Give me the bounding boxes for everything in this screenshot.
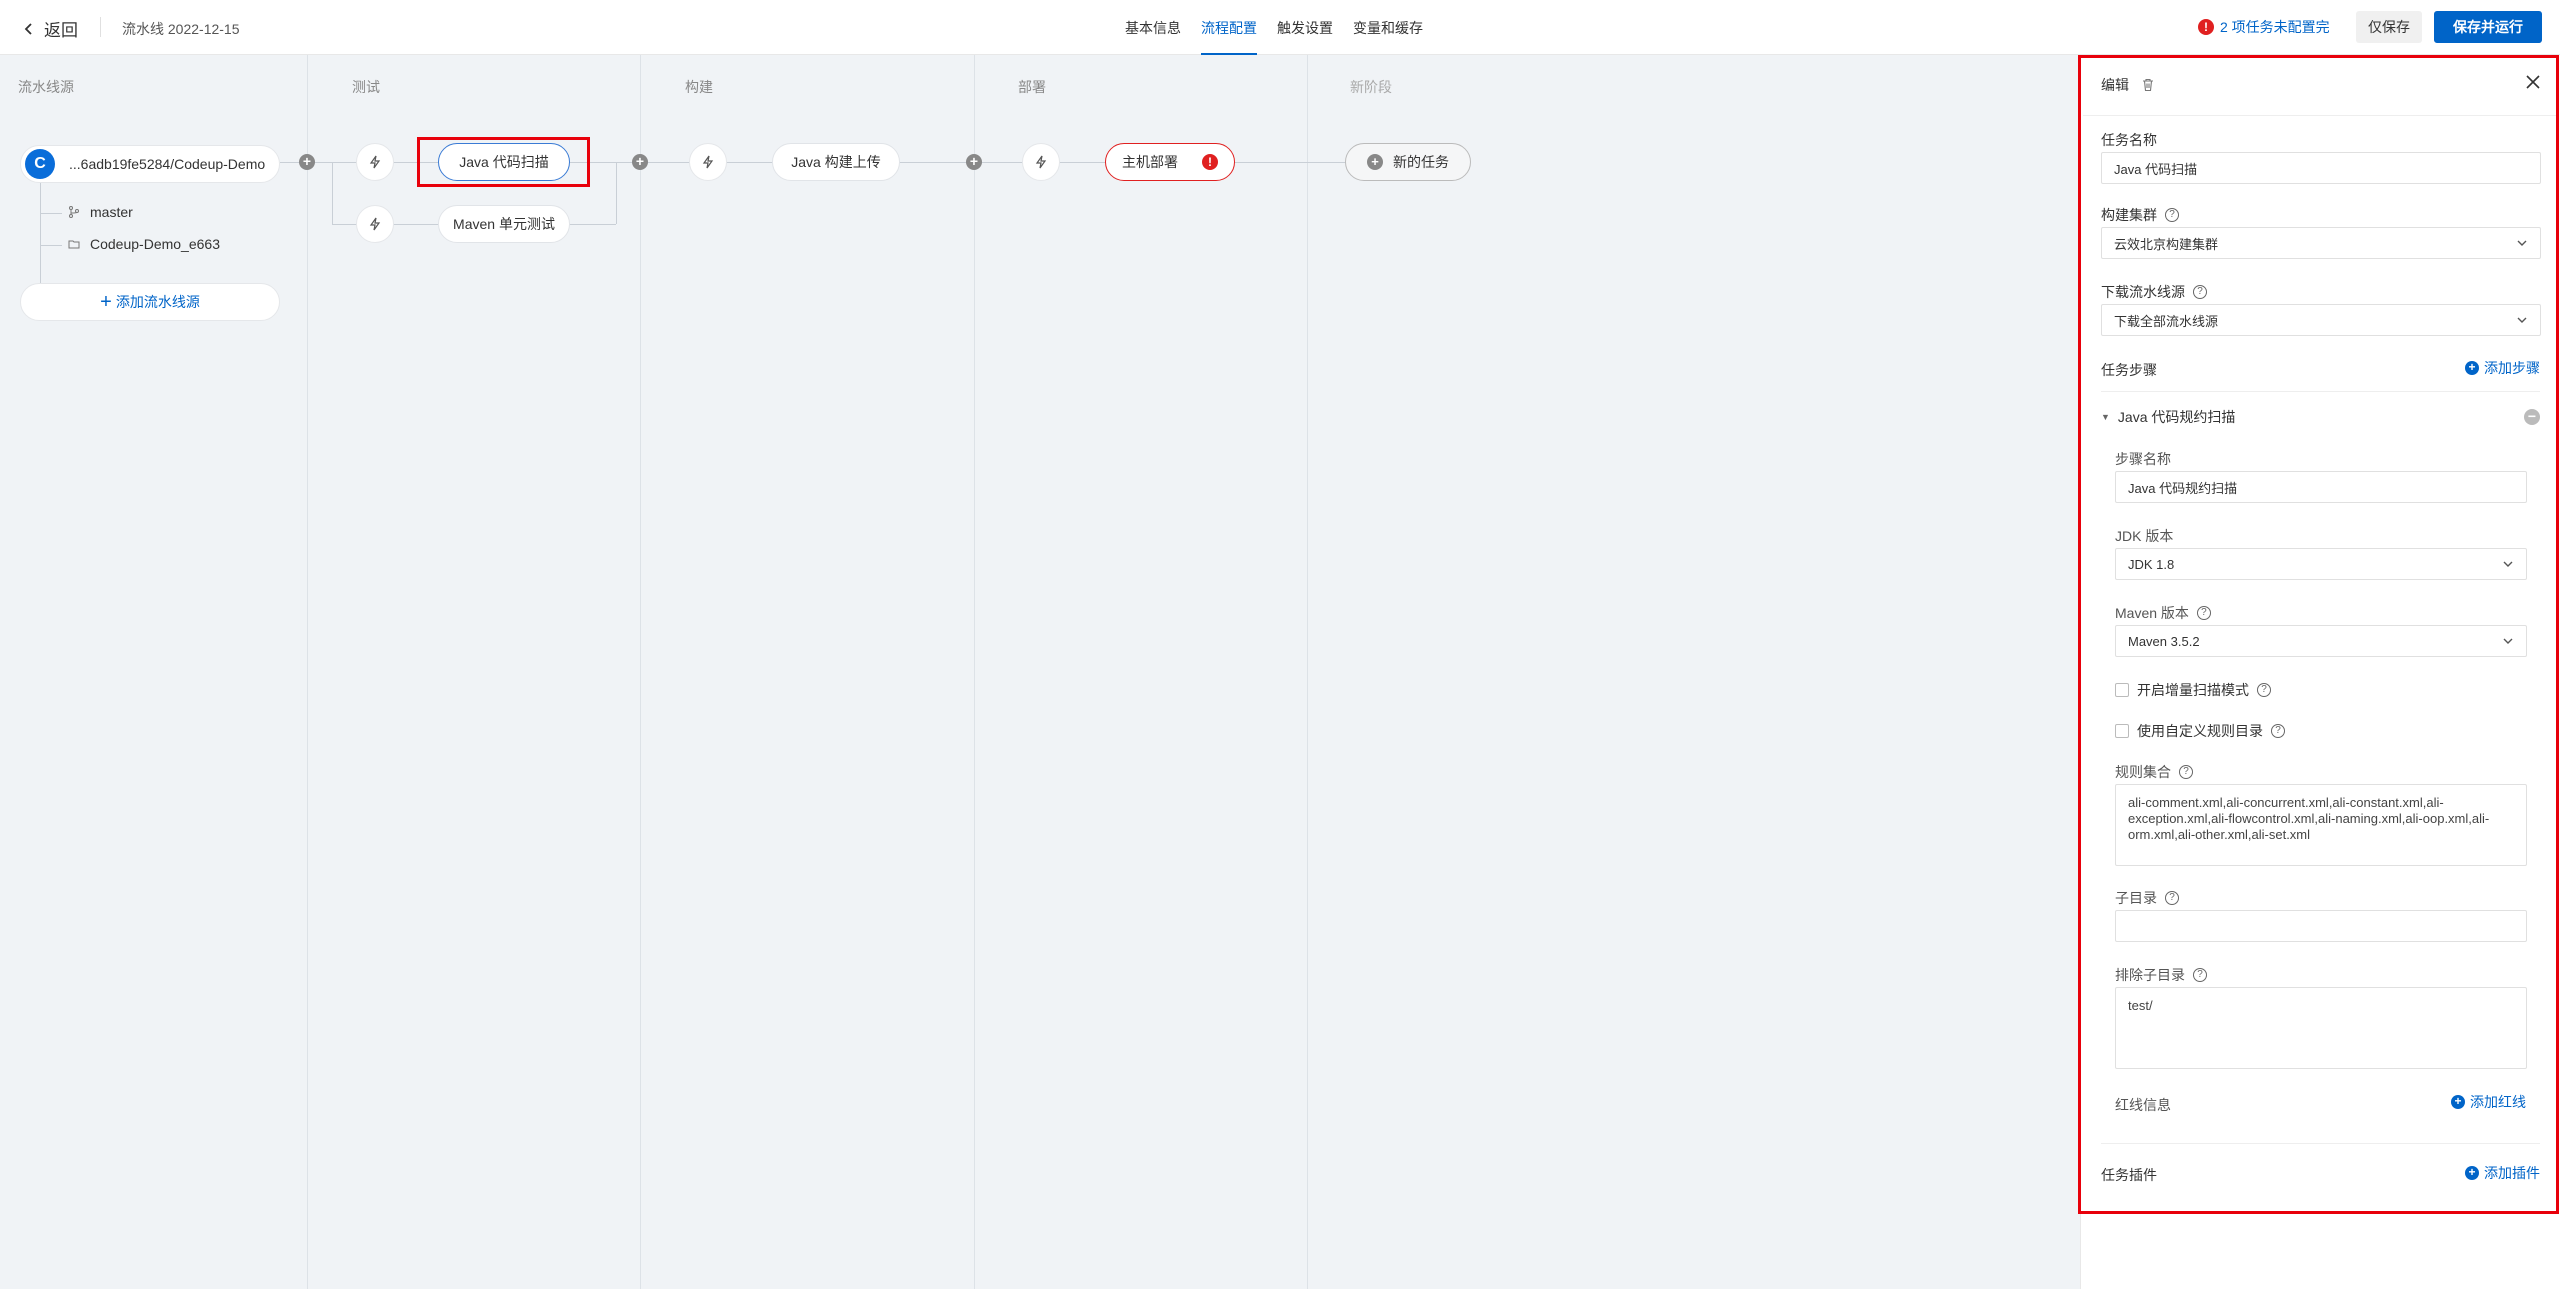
codeup-logo-icon: C bbox=[25, 149, 55, 179]
add-source-label: 添加流水线源 bbox=[115, 294, 200, 310]
lightning-icon bbox=[702, 155, 714, 169]
new-task-button[interactable]: + 新的任务 bbox=[1345, 143, 1471, 181]
branch-connector bbox=[616, 162, 617, 224]
save-only-button[interactable]: 仅保存 bbox=[2356, 11, 2422, 43]
chevron-left-icon bbox=[24, 22, 32, 35]
stage-divider bbox=[307, 55, 308, 1289]
pipeline-name: 流水线 2022-12-15 bbox=[122, 21, 240, 37]
add-stage-button[interactable]: + bbox=[632, 154, 648, 170]
task-node-host-deploy[interactable]: 主机部署 ! bbox=[1105, 143, 1235, 181]
back-label: 返回 bbox=[44, 21, 78, 40]
lightning-icon bbox=[369, 155, 381, 169]
task-trigger-button[interactable] bbox=[689, 143, 727, 181]
plus-icon: + bbox=[100, 291, 112, 313]
tab-basic-info[interactable]: 基本信息 bbox=[1115, 0, 1191, 55]
stage-title-new[interactable]: 新阶段 bbox=[1350, 77, 1392, 97]
stage-title-build[interactable]: 构建 bbox=[685, 77, 713, 97]
branch-connector bbox=[332, 162, 333, 224]
save-and-run-button[interactable]: 保存并运行 bbox=[2434, 11, 2542, 43]
source-tree-line bbox=[40, 213, 62, 214]
config-warning-link[interactable]: ! 2 项任务未配置完 bbox=[2198, 17, 2330, 37]
plus-icon: + bbox=[1367, 154, 1383, 170]
error-icon: ! bbox=[2198, 19, 2214, 35]
stage-title-source[interactable]: 流水线源 bbox=[18, 77, 74, 97]
back-button[interactable]: 返回 bbox=[22, 16, 78, 41]
task-node-java-build[interactable]: Java 构建上传 bbox=[772, 143, 900, 181]
stage-divider bbox=[1307, 55, 1308, 1289]
lightning-icon bbox=[369, 217, 381, 231]
stage-title-deploy[interactable]: 部署 bbox=[1018, 77, 1046, 97]
top-bar: 返回 流水线 2022-12-15 基本信息 流程配置 触发设置 变量和缓存 !… bbox=[0, 0, 2560, 55]
lightning-icon bbox=[1035, 155, 1047, 169]
tab-variables-cache[interactable]: 变量和缓存 bbox=[1343, 0, 1433, 55]
add-stage-button[interactable]: + bbox=[299, 154, 315, 170]
folder-icon bbox=[68, 240, 80, 249]
task-trigger-button[interactable] bbox=[356, 143, 394, 181]
stage-divider bbox=[640, 55, 641, 1289]
task-node-maven-test[interactable]: Maven 单元测试 bbox=[438, 205, 570, 243]
pipeline-canvas: 流水线源 测试 构建 部署 新阶段 + + + C ...6adb19fe528… bbox=[0, 55, 2080, 1289]
add-source-button[interactable]: + 添加流水线源 bbox=[20, 283, 280, 321]
source-tree-line bbox=[40, 245, 62, 246]
task-label: 主机部署 bbox=[1122, 154, 1178, 170]
tab-flow-config[interactable]: 流程配置 bbox=[1191, 0, 1267, 55]
stage-title-test[interactable]: 测试 bbox=[352, 77, 380, 97]
branch-icon bbox=[69, 206, 79, 218]
highlight-box bbox=[417, 137, 590, 187]
pipeline-source-node[interactable]: C ...6adb19fe5284/Codeup-Demo bbox=[20, 145, 280, 183]
error-icon: ! bbox=[1202, 154, 1218, 170]
task-trigger-button[interactable] bbox=[1022, 143, 1060, 181]
source-branch: master bbox=[68, 204, 133, 220]
tab-bar: 基本信息 流程配置 触发设置 变量和缓存 bbox=[1115, 0, 1433, 55]
branch-name: master bbox=[90, 204, 133, 220]
task-trigger-button[interactable] bbox=[356, 205, 394, 243]
source-label: ...6adb19fe5284/Codeup-Demo bbox=[69, 156, 266, 172]
add-stage-button[interactable]: + bbox=[966, 154, 982, 170]
source-folder: Codeup-Demo_e663 bbox=[68, 236, 220, 252]
stage-divider bbox=[974, 55, 975, 1289]
tab-trigger-settings[interactable]: 触发设置 bbox=[1267, 0, 1343, 55]
new-task-label: 新的任务 bbox=[1393, 154, 1449, 170]
divider bbox=[100, 17, 101, 37]
warning-text: 2 项任务未配置完 bbox=[2220, 19, 2330, 35]
folder-name: Codeup-Demo_e663 bbox=[90, 236, 220, 252]
highlight-box bbox=[2078, 55, 2559, 1214]
